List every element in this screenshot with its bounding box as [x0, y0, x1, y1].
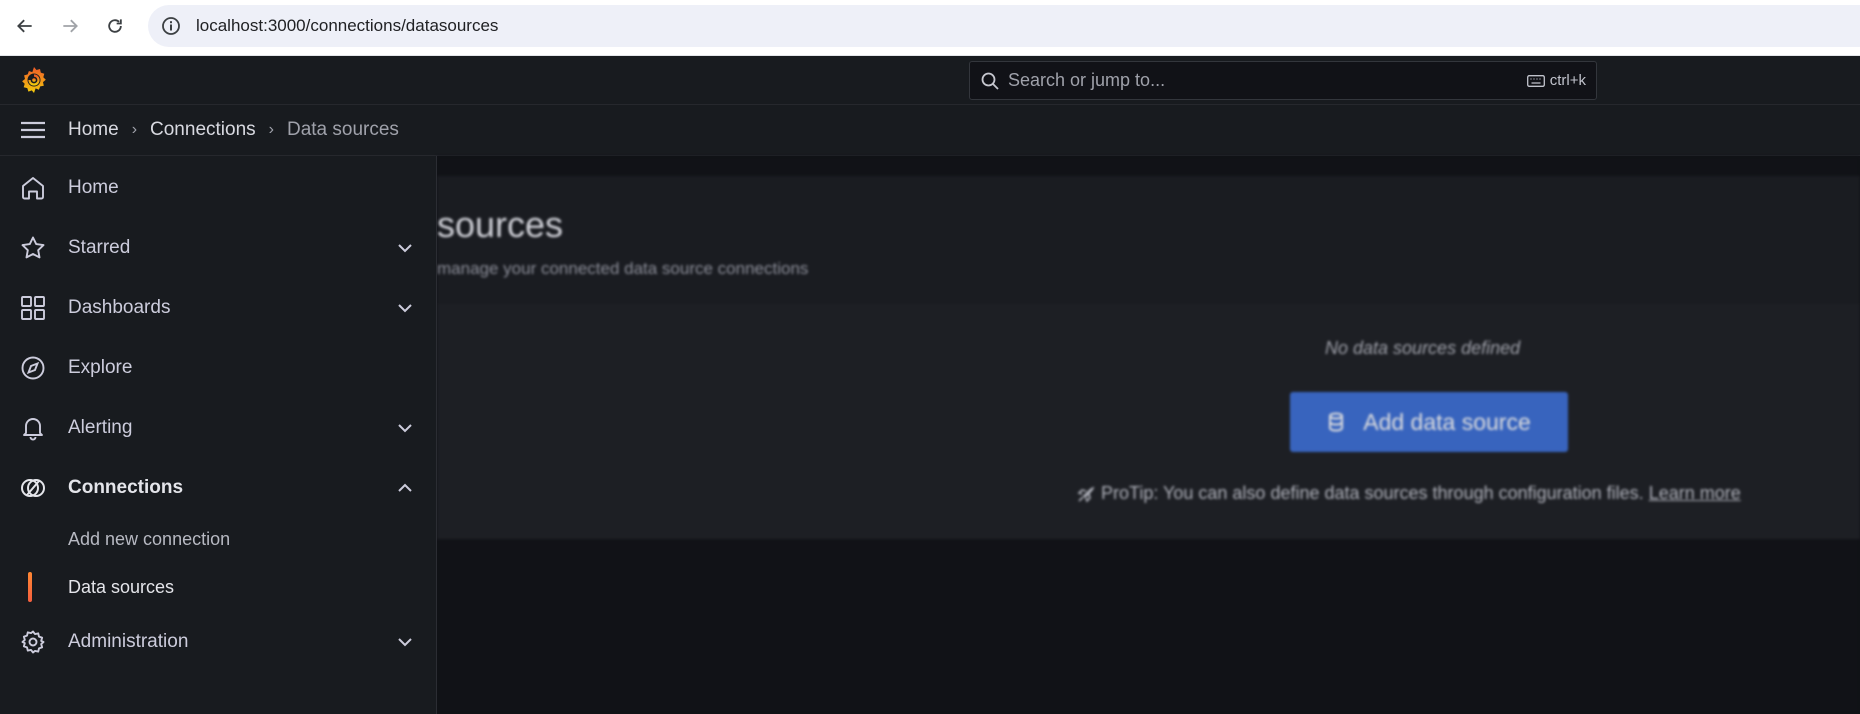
sidebar-item-starred[interactable]: Starred [0, 222, 437, 274]
breadcrumb-data-sources: Data sources [286, 119, 399, 140]
active-indicator [28, 572, 32, 602]
sidebar-item-label: Alerting [68, 417, 133, 438]
sidebar-item-home[interactable]: Home [0, 162, 437, 214]
sidebar-item-explore[interactable]: Explore [0, 342, 437, 394]
arrow-right-icon [63, 19, 78, 33]
page-subtitle: manage your connected data source connec… [437, 259, 809, 278]
chevron-down-icon[interactable] [394, 631, 416, 653]
search-input[interactable]: Search or jump to... ctrl+k [969, 61, 1597, 100]
chevron-up-icon[interactable] [394, 477, 416, 499]
sidebar-item-connections[interactable]: Connections [0, 462, 437, 514]
search-icon [980, 71, 1000, 91]
add-data-source-label: Add data source [1363, 408, 1531, 435]
main-content: sources manage your connected data sourc… [437, 156, 1860, 714]
sidebar-item-alerting[interactable]: Alerting [0, 402, 437, 454]
gear-icon [18, 627, 48, 657]
protip: ProTip: You can also define data sources… [1077, 483, 1741, 504]
bell-icon [18, 413, 48, 443]
keyboard-shortcut-hint: ctrl+k [1526, 72, 1586, 89]
browser-toolbar: localhost:3000/connections/datasources [0, 0, 1860, 56]
sidebar-item-label: Home [68, 177, 119, 198]
search-placeholder: Search or jump to... [1008, 70, 1166, 90]
home-icon [18, 173, 48, 203]
hamburger-icon [21, 121, 45, 139]
menu-toggle-button[interactable] [18, 115, 48, 145]
sidebar-item-label: Administration [68, 631, 189, 652]
sidebar-item-label: Dashboards [68, 297, 171, 318]
sidebar-nav: Home Starred Dashboards Explore Alerting [0, 156, 437, 714]
sidebar-subitem-label: Add new connection [68, 528, 231, 549]
breadcrumb-connections[interactable]: Connections [150, 119, 256, 141]
reload-icon [108, 19, 122, 33]
address-bar[interactable]: localhost:3000/connections/datasources [148, 5, 1860, 47]
database-icon [1329, 412, 1344, 432]
chevron-down-icon[interactable] [394, 297, 416, 319]
url-text[interactable]: localhost:3000/connections/datasources [196, 16, 498, 36]
arrow-left-icon [17, 19, 32, 33]
sidebar-subitem-label: Data sources [68, 576, 175, 597]
page-header [437, 176, 1860, 304]
star-icon [18, 233, 48, 263]
sidebar-item-label: Connections [68, 477, 184, 498]
breadcrumb-separator: › [268, 121, 274, 138]
breadcrumb-home[interactable]: Home [68, 119, 119, 141]
info-icon[interactable] [160, 15, 182, 37]
keyboard-icon [1526, 74, 1545, 87]
dashboards-icon [18, 293, 48, 323]
shortcut-text: ctrl+k [1549, 72, 1586, 89]
page-title: sources [437, 204, 564, 245]
breadcrumb-separator: › [131, 121, 138, 138]
breadcrumb: Home › Connections › Data sources [68, 119, 399, 141]
top-navbar: Search or jump to... ctrl+k [0, 56, 1860, 105]
add-data-source-button[interactable]: Add data source [1290, 392, 1568, 452]
sidebar-subitem-add-new-connection[interactable]: Add new connection [0, 518, 437, 560]
back-button[interactable] [11, 12, 39, 40]
reload-button[interactable] [101, 12, 129, 40]
sidebar-item-dashboards[interactable]: Dashboards [0, 282, 437, 334]
sidebar-subitem-data-sources[interactable]: Data sources [0, 566, 437, 608]
sidebar-item-label: Explore [68, 357, 133, 378]
rocket-icon [1077, 486, 1095, 502]
protip-text: ProTip: You can also define data sources… [1101, 483, 1644, 503]
forward-button[interactable] [56, 12, 84, 40]
grafana-logo-icon[interactable] [18, 64, 50, 96]
breadcrumb-bar: Home › Connections › Data sources [0, 105, 1860, 156]
empty-state-message: No data sources defined [1325, 338, 1521, 358]
chevron-down-icon[interactable] [394, 237, 416, 259]
compass-icon [18, 353, 48, 383]
chevron-down-icon[interactable] [394, 417, 416, 439]
sidebar-item-administration[interactable]: Administration [0, 616, 437, 668]
connections-icon [18, 473, 48, 503]
sidebar-item-label: Starred [68, 237, 131, 258]
learn-more-link[interactable]: Learn more [1649, 483, 1741, 504]
